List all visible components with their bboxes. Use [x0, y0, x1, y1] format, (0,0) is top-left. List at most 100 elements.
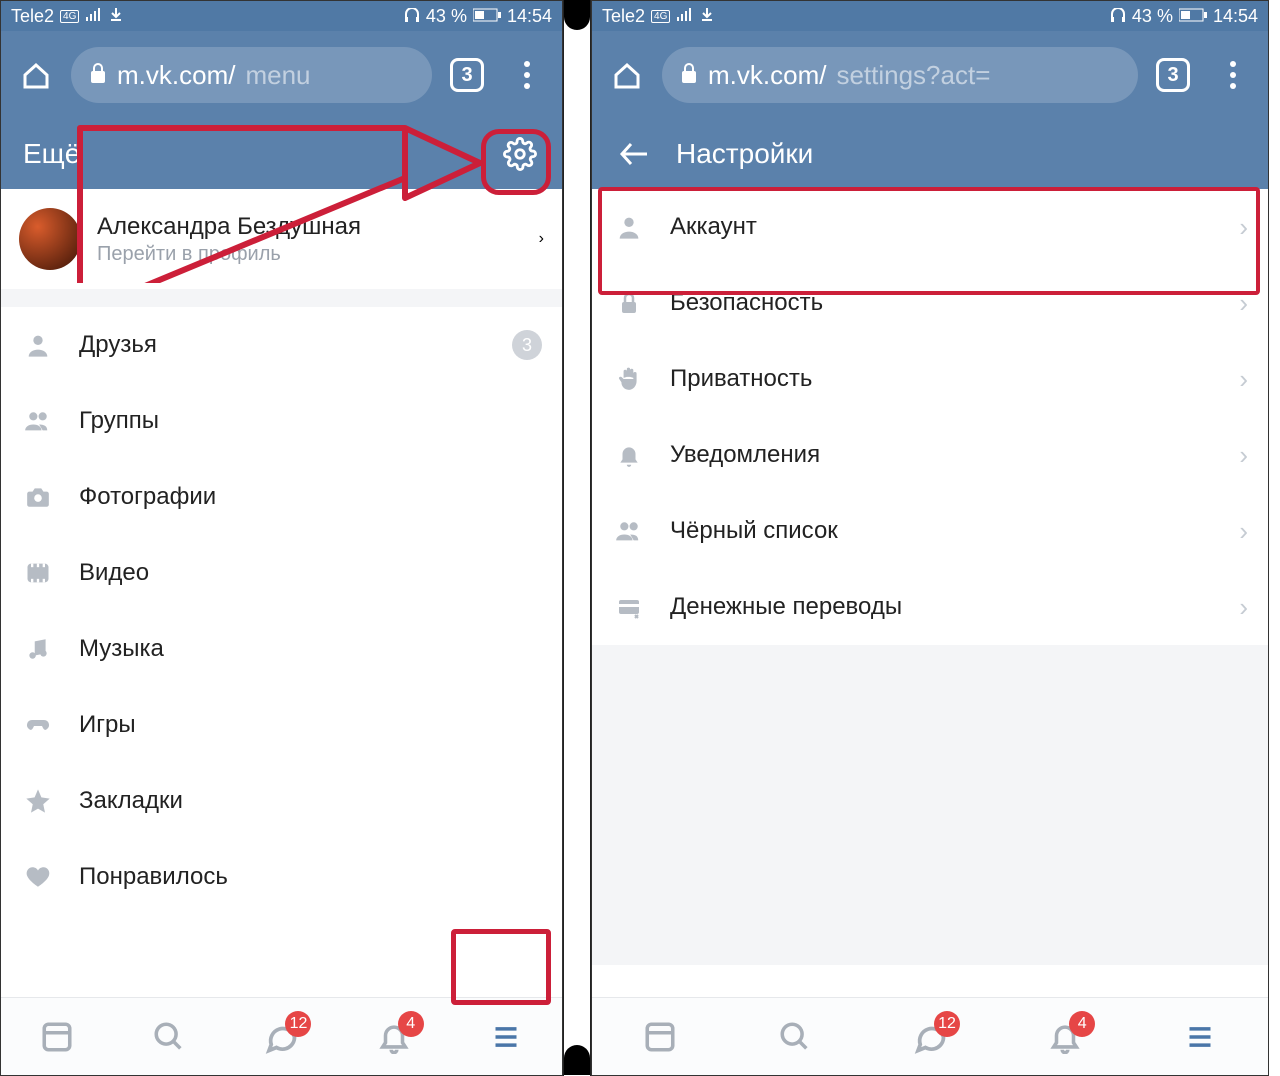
chevron-right-icon: › — [1239, 364, 1248, 395]
nav-menu[interactable] — [476, 1007, 536, 1067]
profile-sub: Перейти в профиль — [97, 243, 523, 266]
music-icon — [21, 632, 55, 666]
nav-notifications[interactable]: 4 — [364, 1007, 424, 1067]
nav-feed[interactable] — [630, 1007, 690, 1067]
menu-groups[interactable]: Группы — [1, 383, 562, 459]
lock-icon — [680, 60, 698, 91]
profile-name: Александра Бездушная — [97, 213, 523, 241]
chevron-right-icon: › — [539, 230, 544, 248]
settings-label: Денежные переводы — [670, 593, 1215, 621]
settings-label: Чёрный список — [670, 517, 1215, 545]
app-header: Настройки — [592, 119, 1268, 189]
browser-menu-button[interactable] — [1208, 50, 1258, 100]
menu-label: Закладки — [79, 787, 542, 815]
chevron-right-icon: › — [1239, 288, 1248, 319]
star-icon — [21, 784, 55, 818]
nav-search[interactable] — [139, 1007, 199, 1067]
screenshot-left: Tele2 4G 43 % 14:54 — [0, 0, 563, 1076]
clock: 14:54 — [1213, 6, 1258, 27]
gamepad-icon — [21, 708, 55, 742]
menu-label: Группы — [79, 407, 542, 435]
signal-icon — [676, 6, 694, 27]
battery-icon — [1179, 6, 1207, 27]
menu-music[interactable]: Музыка — [1, 611, 562, 687]
settings-security[interactable]: Безопасность › — [592, 265, 1268, 341]
settings-blacklist[interactable]: Чёрный список › — [592, 493, 1268, 569]
tabs-button[interactable]: 3 — [442, 50, 492, 100]
camera-icon — [21, 480, 55, 514]
browser-home-button[interactable] — [602, 50, 652, 100]
url-path: menu — [245, 60, 310, 91]
menu-liked[interactable]: Понравилось — [1, 839, 562, 915]
back-button[interactable] — [614, 134, 654, 174]
tabs-button[interactable]: 3 — [1148, 50, 1198, 100]
menu-label: Видео — [79, 559, 542, 587]
browser-menu-button[interactable] — [502, 50, 552, 100]
signal-icon — [85, 6, 103, 27]
count-badge: 3 — [512, 330, 542, 360]
bell-icon — [612, 438, 646, 472]
settings-notifications[interactable]: Уведомления › — [592, 417, 1268, 493]
chevron-right-icon: › — [1239, 440, 1248, 471]
binder-spine — [562, 0, 592, 1076]
menu-photos[interactable]: Фотографии — [1, 459, 562, 535]
battery-icon — [473, 6, 501, 27]
settings-account[interactable]: Аккаунт › — [592, 189, 1268, 265]
menu-friends[interactable]: Друзья 3 — [1, 307, 562, 383]
battery-pct: 43 % — [1132, 6, 1173, 27]
battery-pct: 43 % — [426, 6, 467, 27]
avatar — [19, 208, 81, 270]
settings-label: Уведомления — [670, 441, 1215, 469]
nav-messages[interactable]: 12 — [251, 1007, 311, 1067]
browser-home-button[interactable] — [11, 50, 61, 100]
url-host: m.vk.com/ — [117, 60, 235, 91]
menu-label: Фотографии — [79, 483, 542, 511]
carrier-label: Tele2 — [11, 6, 54, 27]
messages-badge: 12 — [934, 1011, 960, 1037]
bottom-nav: 12 4 — [1, 997, 562, 1075]
nav-messages[interactable]: 12 — [900, 1007, 960, 1067]
status-bar: Tele2 4G 43 % 14:54 — [1, 1, 562, 31]
menu-label: Музыка — [79, 635, 542, 663]
settings-label: Приватность — [670, 365, 1215, 393]
nav-menu[interactable] — [1170, 1007, 1230, 1067]
hand-icon — [612, 362, 646, 396]
browser-toolbar: m.vk.com/menu 3 — [1, 31, 562, 119]
download-icon — [109, 6, 123, 27]
headphones-icon — [404, 6, 420, 27]
profile-row[interactable]: Александра Бездушная Перейти в профиль › — [1, 189, 562, 289]
settings-payments[interactable]: Денежные переводы › — [592, 569, 1268, 645]
app-header: Ещё — [1, 119, 562, 189]
settings-label: Аккаунт — [670, 213, 1215, 241]
messages-badge: 12 — [285, 1011, 311, 1037]
screenshot-right: Tele2 4G 43 % 14:54 m.vk.com/settings?ac… — [591, 0, 1269, 1076]
nav-search[interactable] — [765, 1007, 825, 1067]
carrier-label: Tele2 — [602, 6, 645, 27]
nav-notifications[interactable]: 4 — [1035, 1007, 1095, 1067]
settings-button[interactable] — [500, 134, 540, 174]
menu-bookmarks[interactable]: Закладки — [1, 763, 562, 839]
menu-games[interactable]: Игры — [1, 687, 562, 763]
url-bar[interactable]: m.vk.com/settings?act= — [662, 47, 1138, 103]
groups-icon — [21, 404, 55, 438]
menu-video[interactable]: Видео — [1, 535, 562, 611]
url-host: m.vk.com/ — [708, 60, 826, 91]
network-badge: 4G — [651, 10, 670, 23]
page-title: Ещё — [23, 138, 478, 170]
lock-icon — [89, 60, 107, 91]
url-bar[interactable]: m.vk.com/menu — [71, 47, 432, 103]
lock-icon — [612, 286, 646, 320]
person-icon — [21, 328, 55, 362]
page-title: Настройки — [676, 138, 1246, 170]
video-icon — [21, 556, 55, 590]
notifications-badge: 4 — [1069, 1011, 1095, 1037]
annotation-menu-box — [451, 929, 551, 1005]
settings-label: Безопасность — [670, 289, 1215, 317]
headphones-icon — [1110, 6, 1126, 27]
settings-privacy[interactable]: Приватность › — [592, 341, 1268, 417]
status-bar: Tele2 4G 43 % 14:54 — [592, 1, 1268, 31]
network-badge: 4G — [60, 10, 79, 23]
nav-feed[interactable] — [27, 1007, 87, 1067]
browser-toolbar: m.vk.com/settings?act= 3 — [592, 31, 1268, 119]
menu-label: Друзья — [79, 331, 488, 359]
